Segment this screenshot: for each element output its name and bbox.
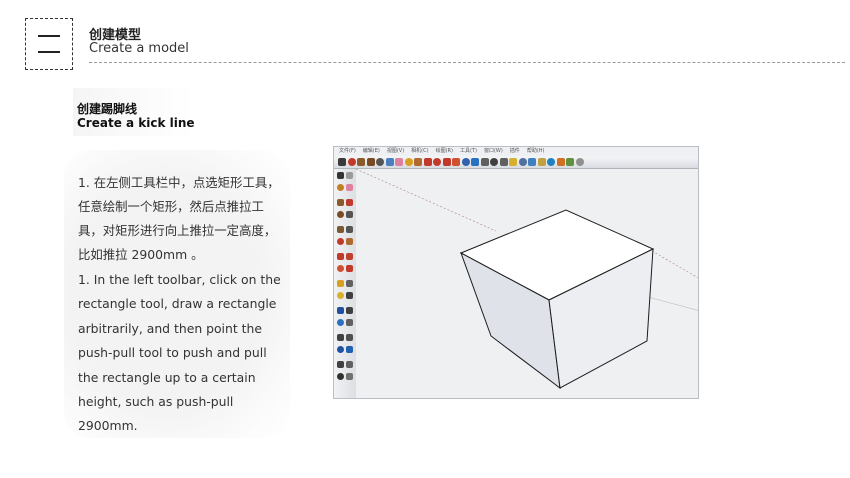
line-icon[interactable] xyxy=(347,158,356,166)
menu-item[interactable]: 相机(C) xyxy=(411,147,428,156)
scale-icon[interactable] xyxy=(452,158,460,166)
select-icon[interactable] xyxy=(337,172,344,179)
push-pull-icon[interactable] xyxy=(414,158,422,166)
instruction-text-en: 1. In the left toolbar, click on the rec… xyxy=(78,272,281,434)
zoom-extents-icon[interactable] xyxy=(337,346,344,353)
top-toolbar xyxy=(334,156,698,169)
components-icon[interactable] xyxy=(528,158,536,166)
freehand-icon[interactable] xyxy=(346,226,353,233)
shadow-icon[interactable] xyxy=(547,158,555,166)
zoom-extents-icon[interactable] xyxy=(499,158,508,166)
follow-me-icon[interactable] xyxy=(346,253,353,260)
push-pull-icon[interactable] xyxy=(346,238,353,245)
left-toolbar xyxy=(334,169,357,398)
3d-text-icon[interactable] xyxy=(346,307,353,314)
follow-me-icon[interactable] xyxy=(461,158,470,166)
text-icon[interactable] xyxy=(346,292,353,299)
pan-icon[interactable] xyxy=(480,158,489,166)
sketchup-window: 文件(F) 编辑(E) 视图(V) 相机(C) 绘图(R) 工具(T) 窗口(W) 插件 帮助(… xyxy=(333,146,699,399)
menu-item[interactable]: 插件 xyxy=(510,147,520,156)
header-divider xyxy=(89,62,845,63)
offset-icon[interactable] xyxy=(346,265,353,272)
arc-icon[interactable] xyxy=(346,211,353,218)
section-title-cn: 创建踢脚线 xyxy=(77,102,138,116)
zoom-icon[interactable] xyxy=(337,334,344,341)
menu-item[interactable]: 绘图(R) xyxy=(436,147,453,156)
rotate-icon[interactable] xyxy=(337,253,344,260)
orbit-icon[interactable] xyxy=(337,319,344,326)
dash-icon xyxy=(38,35,60,37)
position-camera-icon[interactable] xyxy=(337,361,344,368)
menu-item[interactable]: 视图(V) xyxy=(387,147,404,156)
axes-icon[interactable] xyxy=(337,307,344,314)
tape-measure-icon[interactable] xyxy=(509,158,517,166)
green-axis-line xyxy=(647,296,698,311)
menu-item[interactable]: 窗口(W) xyxy=(484,147,503,156)
walk-icon[interactable] xyxy=(337,373,344,380)
circle-icon[interactable] xyxy=(366,158,375,166)
menu-item[interactable]: 文件(F) xyxy=(339,147,356,156)
section-number-box xyxy=(25,18,73,70)
header-title-en: Create a model xyxy=(89,41,189,56)
dimension-icon[interactable] xyxy=(346,280,353,287)
eraser-icon[interactable] xyxy=(395,158,403,166)
move-icon[interactable] xyxy=(433,158,441,166)
eraser-icon[interactable] xyxy=(346,184,353,191)
section-title-en: Create a kick line xyxy=(77,116,195,130)
red-axis-line xyxy=(651,250,698,279)
section-icon[interactable] xyxy=(556,158,565,166)
menu-item[interactable]: 编辑(E) xyxy=(363,147,380,156)
warehouse-icon[interactable] xyxy=(566,158,574,166)
zoom-window-icon[interactable] xyxy=(346,334,353,341)
styles-icon[interactable] xyxy=(575,158,584,166)
polygon-icon[interactable] xyxy=(385,158,394,166)
rotate-icon[interactable] xyxy=(442,158,451,166)
arc-icon[interactable] xyxy=(376,158,384,166)
dash-icon xyxy=(38,51,60,53)
protractor-icon[interactable] xyxy=(518,158,527,166)
previous-icon[interactable] xyxy=(346,346,353,353)
tape-measure-icon[interactable] xyxy=(337,280,344,287)
model-viewport[interactable] xyxy=(356,169,698,398)
menu-item[interactable]: 工具(T) xyxy=(460,147,477,156)
box-model xyxy=(356,169,698,390)
rectangle-icon[interactable] xyxy=(357,158,365,166)
rectangle-icon[interactable] xyxy=(337,199,344,206)
red-axis-line xyxy=(356,169,497,232)
orbit-icon[interactable] xyxy=(471,158,479,166)
polygon-icon[interactable] xyxy=(337,226,344,233)
materials-icon[interactable] xyxy=(537,158,546,166)
menu-bar: 文件(F) 编辑(E) 视图(V) 相机(C) 绘图(R) 工具(T) 窗口(W) 插件 帮助(… xyxy=(334,147,698,156)
instruction-text-cn: 1. 在左侧工具栏中，点选矩形工具，任意绘制一个矩形，然后点推拉工具，对矩形进行… xyxy=(78,175,280,262)
select-icon[interactable] xyxy=(338,158,346,166)
pan-icon[interactable] xyxy=(346,319,353,326)
offset-icon[interactable] xyxy=(423,158,432,166)
scale-icon[interactable] xyxy=(337,265,344,272)
circle-icon[interactable] xyxy=(337,211,344,218)
zoom-icon[interactable] xyxy=(490,158,498,166)
move-icon[interactable] xyxy=(337,238,344,245)
protractor-icon[interactable] xyxy=(337,292,344,299)
paint-bucket-icon[interactable] xyxy=(337,184,344,191)
line-icon[interactable] xyxy=(346,199,353,206)
section-plane-icon[interactable] xyxy=(346,373,353,380)
look-around-icon[interactable] xyxy=(346,361,353,368)
menu-item[interactable]: 帮助(H) xyxy=(527,147,545,156)
paint-bucket-icon[interactable] xyxy=(404,158,413,166)
component-icon[interactable] xyxy=(346,172,353,179)
